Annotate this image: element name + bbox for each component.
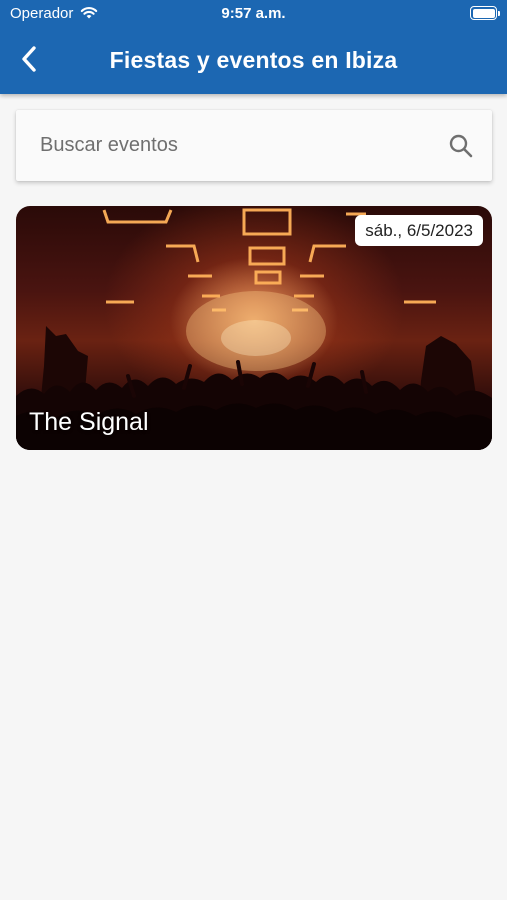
search-bar [16, 110, 492, 181]
clock: 9:57 a.m. [221, 5, 286, 22]
app-bar: Fiestas y eventos en Ibiza [0, 28, 507, 94]
app-screen: Operador 9:57 a.m. Fiestas y eventos en … [0, 0, 507, 900]
top-bar: Operador 9:57 a.m. Fiestas y eventos en … [0, 0, 507, 94]
search-input[interactable] [40, 126, 440, 164]
status-bar: Operador 9:57 a.m. [0, 0, 507, 28]
event-date-badge: sáb., 6/5/2023 [355, 215, 483, 246]
page-title: Fiestas y eventos en Ibiza [109, 47, 398, 73]
battery-icon [470, 6, 500, 20]
event-title: The Signal [29, 408, 149, 436]
search-icon[interactable] [448, 133, 474, 159]
event-card[interactable]: sáb., 6/5/2023 The Signal [16, 206, 492, 450]
